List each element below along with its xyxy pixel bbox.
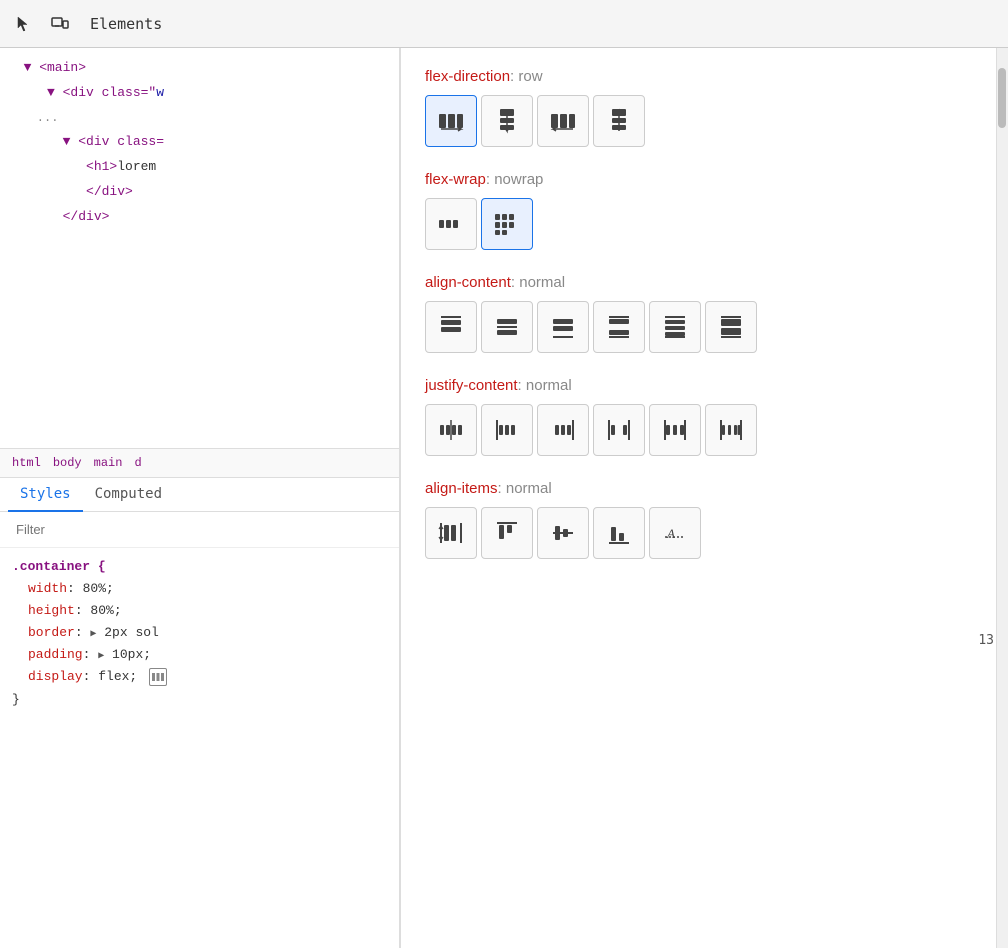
flex-direction-row-reverse-btn[interactable] bbox=[537, 95, 589, 147]
flex-editor-panel: flex-direction: row bbox=[400, 48, 996, 948]
align-items-baseline-btn[interactable]: A bbox=[649, 507, 701, 559]
svg-text:A: A bbox=[666, 526, 675, 541]
flex-wrap-nowrap-btn[interactable] bbox=[425, 198, 477, 250]
flex-direction-label: flex-direction: row bbox=[425, 68, 972, 85]
tab-computed[interactable]: Computed bbox=[83, 478, 174, 512]
dom-line-dots: ... bbox=[0, 106, 399, 131]
dom-line-h1[interactable]: <h1>lorem bbox=[0, 155, 399, 180]
css-rules: .container { width: 80%; height: 80%; bo… bbox=[0, 548, 399, 948]
justify-content-buttons bbox=[425, 404, 972, 456]
justify-content-label: justify-content: normal bbox=[425, 377, 972, 394]
align-items-center-btn[interactable] bbox=[537, 507, 589, 559]
filter-input[interactable] bbox=[8, 518, 391, 541]
right-scrollbar[interactable] bbox=[996, 48, 1008, 948]
breadcrumb-main[interactable]: main bbox=[90, 454, 127, 472]
breadcrumb: html body main d bbox=[0, 448, 399, 478]
elements-tab[interactable]: Elements bbox=[82, 11, 170, 37]
breadcrumb-html[interactable]: html bbox=[8, 454, 45, 472]
align-content-buttons bbox=[425, 301, 972, 353]
justify-content-center-btn[interactable] bbox=[425, 404, 477, 456]
align-content-stretch-btn[interactable] bbox=[705, 301, 757, 353]
dom-tree: ▼ <main> ▼ <div class="w ... ▼ <div clas… bbox=[0, 48, 399, 448]
dom-line-div1[interactable]: ▼ <div class="w bbox=[0, 81, 399, 106]
breadcrumb-d[interactable]: d bbox=[130, 454, 145, 472]
align-content-center-btn[interactable] bbox=[481, 301, 533, 353]
flex-wrap-section: flex-wrap: nowrap bbox=[425, 171, 972, 250]
breadcrumb-body[interactable]: body bbox=[49, 454, 86, 472]
css-width[interactable]: width: 80%; bbox=[12, 578, 387, 600]
align-content-start-btn[interactable] bbox=[425, 301, 477, 353]
flex-wrap-wrap-btn[interactable] bbox=[481, 198, 533, 250]
css-close: } bbox=[12, 689, 387, 711]
filter-bar bbox=[0, 512, 399, 548]
dom-line-close-div2[interactable]: </div> bbox=[0, 205, 399, 230]
tab-styles[interactable]: Styles bbox=[8, 478, 83, 512]
justify-content-around-btn[interactable] bbox=[649, 404, 701, 456]
align-items-end-btn[interactable] bbox=[593, 507, 645, 559]
align-content-around-btn[interactable] bbox=[649, 301, 701, 353]
align-items-start-btn[interactable] bbox=[481, 507, 533, 559]
main-content: ▼ <main> ▼ <div class="w ... ▼ <div clas… bbox=[0, 48, 1008, 948]
dom-line-div2[interactable]: ▼ <div class= bbox=[0, 130, 399, 155]
page-badge: 13 bbox=[978, 633, 994, 648]
align-content-label: align-content: normal bbox=[425, 274, 972, 291]
top-toolbar: Elements bbox=[0, 0, 1008, 48]
devtools-panel: Elements ▼ <main> ▼ <div class="w ... ▼ … bbox=[0, 0, 1008, 948]
justify-content-section: justify-content: normal bbox=[425, 377, 972, 456]
align-items-buttons: A bbox=[425, 507, 972, 559]
justify-content-between-btn[interactable] bbox=[593, 404, 645, 456]
flex-direction-column-reverse-btn[interactable] bbox=[593, 95, 645, 147]
flex-wrap-label: flex-wrap: nowrap bbox=[425, 171, 972, 188]
align-items-section: align-items: normal bbox=[425, 480, 972, 559]
flex-direction-section: flex-direction: row bbox=[425, 68, 972, 147]
dom-line-main[interactable]: ▼ <main> bbox=[0, 56, 399, 81]
css-display[interactable]: display: flex; bbox=[12, 666, 387, 688]
style-tabs: Styles Computed bbox=[0, 478, 399, 512]
justify-content-start-btn[interactable] bbox=[481, 404, 533, 456]
flex-direction-buttons bbox=[425, 95, 972, 147]
dom-panel: ▼ <main> ▼ <div class="w ... ▼ <div clas… bbox=[0, 48, 400, 948]
align-items-label: align-items: normal bbox=[425, 480, 972, 497]
justify-content-end-btn[interactable] bbox=[537, 404, 589, 456]
css-selector-line: .container { bbox=[12, 556, 387, 578]
scrollbar-thumb[interactable] bbox=[998, 68, 1006, 128]
flex-direction-row-btn[interactable] bbox=[425, 95, 477, 147]
align-content-section: align-content: normal bbox=[425, 274, 972, 353]
css-padding[interactable]: padding: ▶ 10px; bbox=[12, 644, 387, 666]
inspect-icon[interactable] bbox=[10, 10, 38, 38]
align-content-end-btn[interactable] bbox=[537, 301, 589, 353]
align-items-stretch-btn[interactable] bbox=[425, 507, 477, 559]
flex-direction-column-btn[interactable] bbox=[481, 95, 533, 147]
css-border[interactable]: border: ▶ 2px sol bbox=[12, 622, 387, 644]
align-content-between-btn[interactable] bbox=[593, 301, 645, 353]
flex-wrap-buttons bbox=[425, 198, 972, 250]
justify-content-evenly-btn[interactable] bbox=[705, 404, 757, 456]
dom-line-close-div[interactable]: </div> bbox=[0, 180, 399, 205]
flex-display-icon[interactable] bbox=[149, 668, 167, 686]
css-height[interactable]: height: 80%; bbox=[12, 600, 387, 622]
device-icon[interactable] bbox=[46, 10, 74, 38]
